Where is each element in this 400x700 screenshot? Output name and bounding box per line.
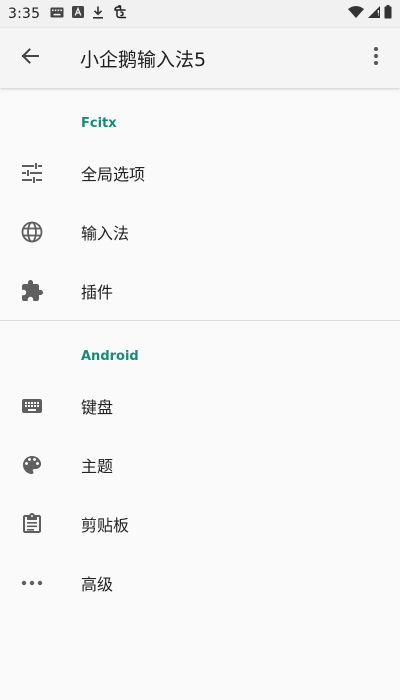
signal-icon: [368, 6, 380, 22]
tune-icon: [18, 159, 46, 187]
list-item-label: 高级: [81, 574, 114, 594]
section-header-android: Android: [81, 349, 139, 364]
section-header-fcitx: Fcitx: [81, 116, 117, 131]
list-item-label: 键盘: [81, 397, 114, 417]
list-item-label: 插件: [81, 282, 114, 302]
app-notification-icon: [112, 4, 128, 23]
app-bar: 小企鹅输入法5: [0, 28, 400, 88]
palette-icon: [18, 451, 46, 479]
list-item-advanced[interactable]: 高级: [0, 553, 400, 612]
list-item-label: 全局选项: [81, 164, 146, 184]
settings-list: Fcitx 全局选项 输入法 插件 Android 键盘 主题 剪贴板 高级: [0, 88, 400, 612]
download-icon: [92, 6, 104, 23]
a-letter-icon: [72, 6, 85, 22]
wifi-icon: [348, 6, 364, 22]
keyboard-icon: [50, 6, 64, 22]
clipboard-icon: [18, 510, 46, 538]
status-notification-icons: [50, 4, 128, 23]
battery-icon: [384, 5, 392, 23]
more-vert-icon: [373, 46, 379, 70]
globe-icon: [18, 218, 46, 246]
list-item-label: 剪贴板: [81, 515, 130, 535]
page-title: 小企鹅输入法5: [80, 48, 207, 71]
status-system-icons: [348, 5, 392, 23]
more-horiz-icon: [18, 569, 46, 597]
list-item-label: 主题: [81, 456, 114, 476]
back-button[interactable]: [2, 30, 58, 86]
list-item-global-options[interactable]: 全局选项: [0, 143, 400, 202]
status-time: 3:35: [8, 6, 41, 22]
status-bar: 3:35: [0, 0, 400, 28]
puzzle-icon: [18, 277, 46, 305]
arrow-back-icon: [20, 46, 40, 70]
list-item-keyboard[interactable]: 键盘: [0, 376, 400, 435]
list-item-input-methods[interactable]: 输入法: [0, 202, 400, 261]
overflow-menu-button[interactable]: [356, 30, 396, 86]
list-item-label: 输入法: [81, 223, 130, 243]
list-item-theme[interactable]: 主题: [0, 435, 400, 494]
keyboard-icon: [18, 392, 46, 420]
list-item-clipboard[interactable]: 剪贴板: [0, 494, 400, 553]
list-item-plugins[interactable]: 插件: [0, 261, 400, 320]
